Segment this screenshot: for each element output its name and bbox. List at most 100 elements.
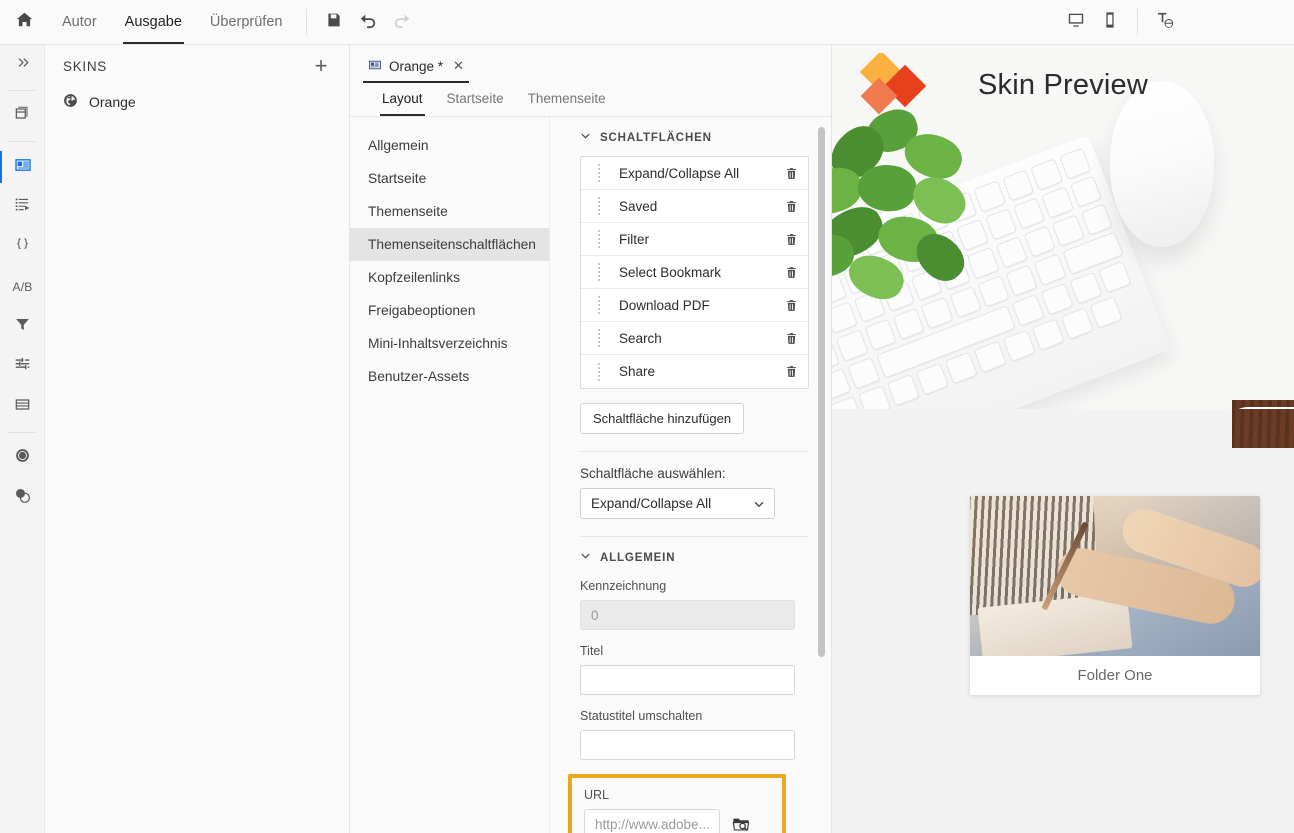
divider-2 xyxy=(580,536,809,537)
rail-divider-3 xyxy=(8,432,36,433)
nav-kopfzeilenlinks-label: Kopfzeilenlinks xyxy=(368,270,461,285)
rail-item-condition-tags[interactable] xyxy=(0,347,45,387)
tab-themenseite[interactable]: Themenseite xyxy=(516,81,618,116)
rail-item-overlay[interactable] xyxy=(0,478,45,518)
nav-tab-ueberpruefen-label: Überprüfen xyxy=(209,14,283,30)
rail-item-shape[interactable] xyxy=(0,438,45,478)
desktop-preview-button[interactable] xyxy=(1059,5,1093,39)
chevron-down-icon xyxy=(580,131,591,145)
nav-themenseite-label: Themenseite xyxy=(368,204,448,219)
window-layout-icon xyxy=(14,105,31,127)
preview-folder-card[interactable]: Folder One xyxy=(970,496,1260,695)
drag-handle-icon[interactable] xyxy=(591,164,607,182)
preview-card-area: Folder One xyxy=(832,400,1294,833)
nav-benutzer-assets[interactable]: Benutzer-Assets xyxy=(350,360,549,393)
select-button-label: Schaltfläche auswählen: xyxy=(580,466,726,481)
button-row-label: Select Bookmark xyxy=(619,264,722,280)
condition-tags-icon xyxy=(14,356,31,378)
button-row[interactable]: Expand/Collapse All xyxy=(581,157,808,190)
overlay-icon xyxy=(14,487,31,509)
add-skin-button[interactable]: + xyxy=(309,54,333,78)
buttons-list: Expand/Collapse All Saved Filter Select … xyxy=(580,156,809,389)
drag-handle-icon[interactable] xyxy=(591,362,607,381)
save-button[interactable] xyxy=(317,5,351,39)
rail-item-variables[interactable] xyxy=(0,227,45,267)
button-row-label: Search xyxy=(619,330,662,346)
nav-tab-ausgabe[interactable]: Ausgabe xyxy=(111,0,196,44)
button-row[interactable]: Saved xyxy=(581,190,808,223)
nav-kopfzeilenlinks[interactable]: Kopfzeilenlinks xyxy=(350,261,549,294)
nav-freigabeoptionen-label: Freigabeoptionen xyxy=(368,303,476,318)
home-button[interactable] xyxy=(0,0,48,44)
nav-tab-ueberpruefen[interactable]: Überprüfen xyxy=(196,0,297,44)
browse-file-icon[interactable] xyxy=(732,815,750,833)
button-row[interactable]: Download PDF xyxy=(581,289,808,322)
url-input[interactable] xyxy=(584,809,720,833)
document-tab-orange[interactable]: Orange * ✕ xyxy=(360,51,472,83)
translate-button[interactable] xyxy=(1148,5,1182,39)
nav-freigabeoptionen[interactable]: Freigabeoptionen xyxy=(350,294,549,327)
delete-icon[interactable] xyxy=(785,167,798,180)
nav-benutzer-assets-label: Benutzer-Assets xyxy=(368,369,470,384)
rail-item-filter[interactable] xyxy=(0,307,45,347)
ab-testing-icon: A/B xyxy=(12,280,33,294)
redo-button[interactable] xyxy=(385,5,419,39)
undo-button[interactable] xyxy=(351,5,385,39)
table-icon xyxy=(14,396,31,418)
drag-handle-icon[interactable] xyxy=(591,263,607,281)
button-row[interactable]: Filter xyxy=(581,223,808,256)
tab-startseite[interactable]: Startseite xyxy=(435,81,516,116)
section-header-schaltflaechen[interactable]: SCHALTFLÄCHEN xyxy=(580,131,809,145)
nav-mini-inhaltsverzeichnis[interactable]: Mini-Inhaltsverzeichnis xyxy=(350,327,549,360)
rail-item-skin-editor[interactable] xyxy=(0,147,45,187)
titel-input[interactable] xyxy=(580,665,795,695)
rail-item-layout[interactable] xyxy=(0,96,45,136)
field-label-kennzeichnung: Kennzeichnung xyxy=(580,579,667,593)
rail-item-expand[interactable] xyxy=(0,45,45,85)
delete-icon[interactable] xyxy=(785,200,798,213)
add-button-button[interactable]: Schaltfläche hinzufügen xyxy=(580,403,745,434)
top-right-tools xyxy=(1059,5,1294,39)
toolbar-divider xyxy=(306,9,308,35)
form-scrollbar[interactable] xyxy=(818,127,825,657)
skins-panel: SKINS + Orange xyxy=(45,45,350,833)
drag-handle-icon[interactable] xyxy=(591,329,607,347)
tab-themenseite-label: Themenseite xyxy=(527,91,606,106)
button-row-label: Saved xyxy=(619,198,658,214)
nav-themenseite[interactable]: Themenseite xyxy=(350,195,549,228)
nav-allgemein-label: Allgemein xyxy=(368,138,429,153)
statustitel-input[interactable] xyxy=(580,730,795,760)
nav-startseite[interactable]: Startseite xyxy=(350,162,549,195)
drag-handle-icon[interactable] xyxy=(591,230,607,248)
delete-icon[interactable] xyxy=(785,299,798,312)
drag-handle-icon[interactable] xyxy=(591,296,607,314)
skin-editor-icon xyxy=(14,156,32,179)
globe-icon xyxy=(63,93,78,111)
section-header-allgemein[interactable]: ALLGEMEIN xyxy=(580,551,809,565)
tab-layout[interactable]: Layout xyxy=(370,81,435,116)
drag-handle-icon[interactable] xyxy=(591,197,607,215)
rail-item-table[interactable] xyxy=(0,387,45,427)
close-icon[interactable]: ✕ xyxy=(453,58,464,74)
rail-item-toc[interactable] xyxy=(0,187,45,227)
rail-item-ab-testing[interactable]: A/B xyxy=(0,267,45,307)
button-row[interactable]: Select Bookmark xyxy=(581,256,808,289)
delete-icon[interactable] xyxy=(785,332,798,345)
desktop-preview-icon xyxy=(1067,11,1085,34)
delete-icon[interactable] xyxy=(785,266,798,279)
kennzeichnung-input[interactable] xyxy=(580,600,795,630)
redo-icon xyxy=(393,11,411,34)
button-row[interactable]: Share xyxy=(581,355,808,388)
section-header-label: ALLGEMEIN xyxy=(600,552,676,564)
skin-list-item-orange[interactable]: Orange xyxy=(45,87,349,117)
delete-icon[interactable] xyxy=(785,233,798,246)
button-select-dropdown[interactable]: Expand/Collapse All Saved Filter Select … xyxy=(580,488,775,519)
nav-tab-autor[interactable]: Autor xyxy=(48,0,111,44)
nav-allgemein[interactable]: Allgemein xyxy=(350,129,549,162)
save-icon xyxy=(326,12,342,33)
button-row-label: Filter xyxy=(619,231,649,247)
button-row[interactable]: Search xyxy=(581,322,808,355)
delete-icon[interactable] xyxy=(785,365,798,378)
mobile-preview-button[interactable] xyxy=(1093,5,1127,39)
nav-themenseitenschaltflaechen[interactable]: Themenseitenschaltflächen xyxy=(350,228,549,261)
